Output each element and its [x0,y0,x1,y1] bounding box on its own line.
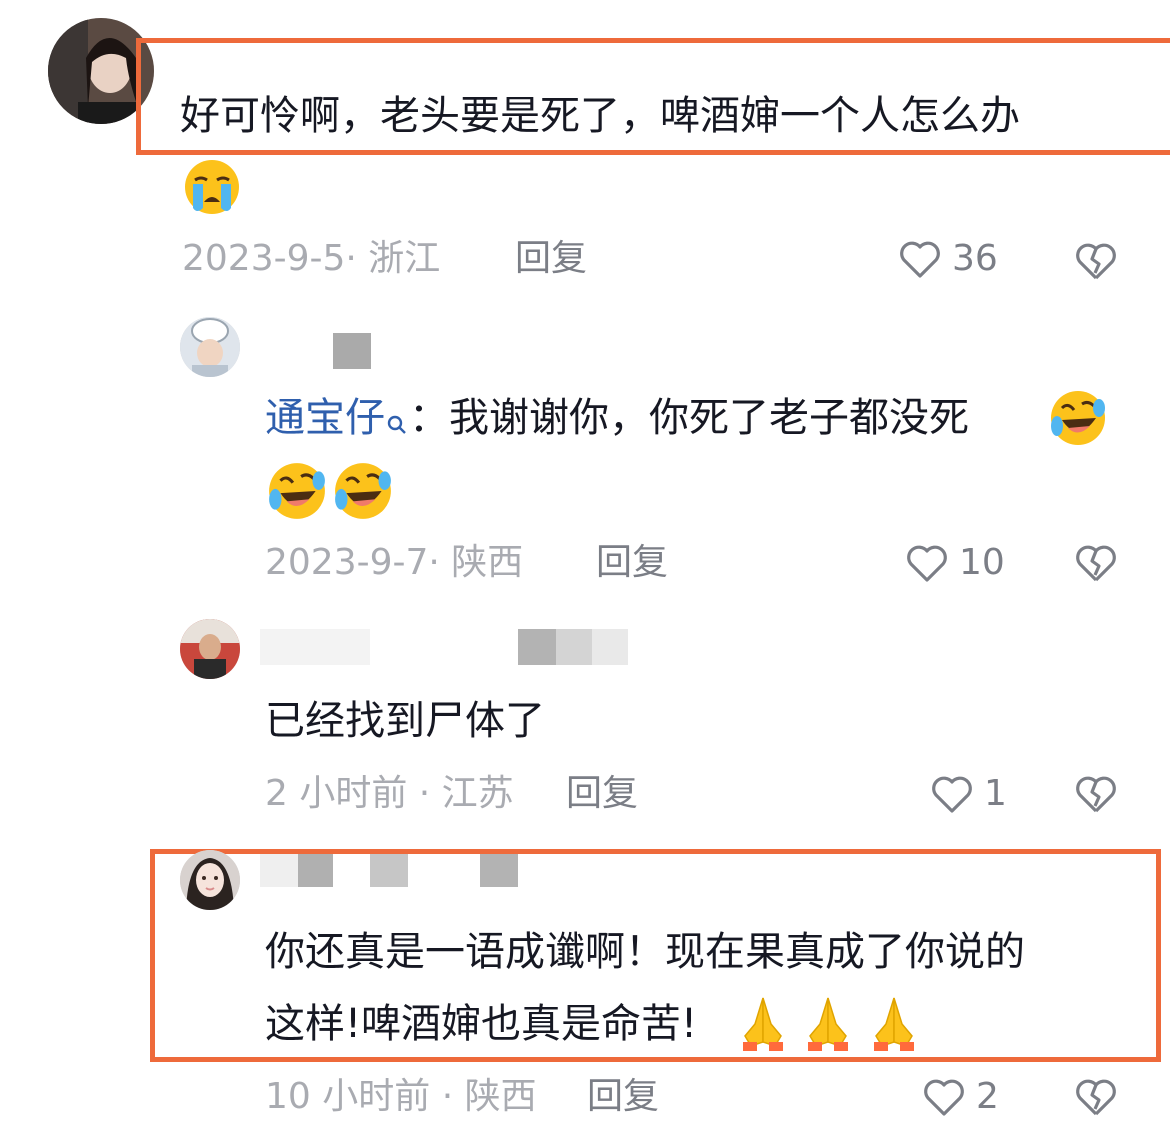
blurred-username [556,629,592,665]
broken-heart-icon[interactable] [1072,539,1120,587]
rolling-laughing-emoji [1048,388,1108,448]
broken-heart-icon[interactable] [1072,770,1120,818]
separator: ： [409,395,449,441]
folded-hands-emoji [733,992,793,1052]
folded-hands-emoji [798,992,858,1052]
comment-text: 我谢谢你，你死了老子都没死 [449,395,969,441]
like-count: 1 [984,773,1007,814]
blurred-username [298,854,333,887]
like-button[interactable]: 36 [896,235,998,283]
comment-date-location: 2 小时前 · 江苏 [265,773,514,814]
comment-date-location: 2023-9-5· 浙江 [182,238,441,279]
like-count: 36 [952,238,998,279]
blurred-username [260,629,370,665]
blurred-username [518,629,556,665]
heart-icon [924,1079,964,1116]
username-link[interactable]: 通宝仔 [265,395,385,441]
folded-hands-emoji [864,992,924,1052]
broken-heart-icon[interactable] [1072,1073,1120,1121]
heart-icon [932,776,972,813]
heart-icon [907,545,947,582]
comment-text: 已经找到尸体了 [265,698,545,744]
avatar[interactable] [180,317,240,377]
reply-button[interactable]: 回复 [566,772,638,816]
comment-text: 好可怜啊，老头要是死了，啤酒婶一个人怎么办 [180,93,1020,139]
blurred-username [592,629,628,665]
avatar[interactable] [180,850,240,910]
comment-date-location: 10 小时前 · 陕西 [265,1076,537,1117]
like-button[interactable]: 2 [920,1073,999,1121]
search-icon[interactable] [385,388,409,460]
crying-face-emoji [183,158,241,216]
heart-icon [900,241,940,278]
reply-button[interactable]: 回复 [587,1075,659,1119]
blurred-username [370,854,408,887]
like-count: 2 [976,1076,999,1117]
like-button[interactable]: 10 [903,539,1005,587]
comment-text-line-2: 这样!啤酒婶也真是命苦! [265,1001,698,1047]
comment-text-line-1: 你还真是一语成谶啊！现在果真成了你说的 [265,929,1025,975]
blurred-username [480,854,518,887]
avatar[interactable] [180,619,240,679]
comment-date-location: 2023-9-7· 陕西 [265,542,524,583]
rolling-laughing-emoji [266,460,328,522]
blurred-username [333,333,371,369]
reply-button[interactable]: 回复 [596,541,668,585]
like-count: 10 [959,542,1005,583]
like-button[interactable]: 1 [928,770,1007,818]
reply-comment-text: 通宝仔 ：我谢谢你，你死了老子都没死 [265,382,969,460]
blurred-username [260,854,298,887]
broken-heart-icon[interactable] [1072,237,1120,285]
reply-button[interactable]: 回复 [515,237,587,281]
rolling-laughing-emoji [332,460,394,522]
